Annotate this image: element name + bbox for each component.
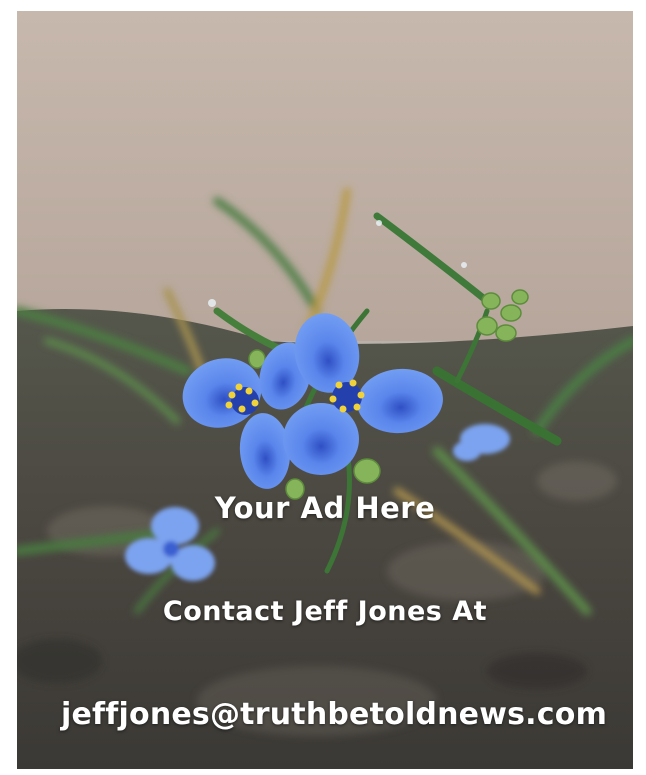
ad-headline: Your Ad Here bbox=[214, 491, 436, 525]
ad-email[interactable]: jeffjones@truthbetoldnews.com bbox=[61, 697, 607, 732]
blue-flowers-photo bbox=[17, 11, 633, 769]
ad-contact-line: Contact Jeff Jones At bbox=[162, 596, 488, 627]
ad-card: Your Ad Here Contact Jeff Jones At jeffj… bbox=[17, 11, 633, 769]
